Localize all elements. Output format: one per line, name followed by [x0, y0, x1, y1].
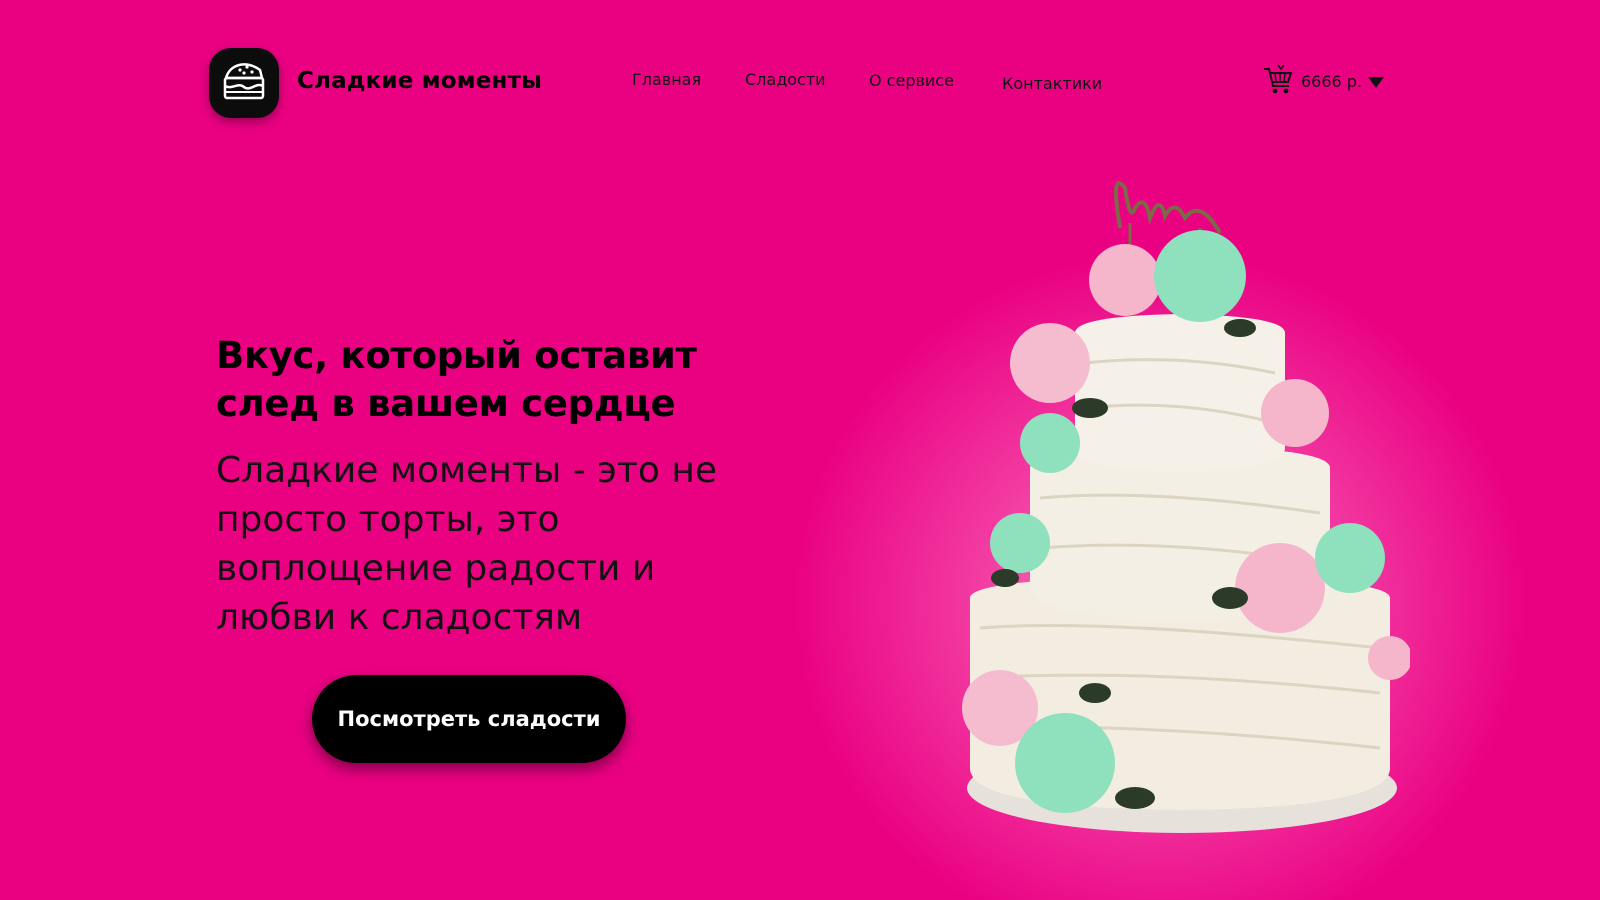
cart-total[interactable]: 6666 р.: [1301, 72, 1362, 91]
hero-headline: Вкус, который оставит след в вашем сердц…: [216, 334, 697, 425]
shopping-cart-icon[interactable]: [1263, 64, 1293, 96]
brand-name[interactable]: Сладкие моменты: [297, 68, 542, 94]
view-sweets-button[interactable]: Посмотреть сладости: [312, 675, 626, 763]
nav-item-about[interactable]: О сервисе: [869, 71, 954, 90]
caret-down-icon[interactable]: [1368, 75, 1384, 89]
nav-item-sweets[interactable]: Сладости: [745, 70, 826, 89]
wedding-cake-image: [962, 181, 1410, 833]
logo[interactable]: [209, 48, 279, 118]
hero-subtitle: Сладкие моменты - это не просто торты, э…: [216, 450, 718, 638]
nav-item-contacts[interactable]: Контактики: [1002, 74, 1102, 93]
nav-item-home[interactable]: Главная: [632, 70, 701, 89]
cake-slice-icon: [223, 63, 265, 100]
